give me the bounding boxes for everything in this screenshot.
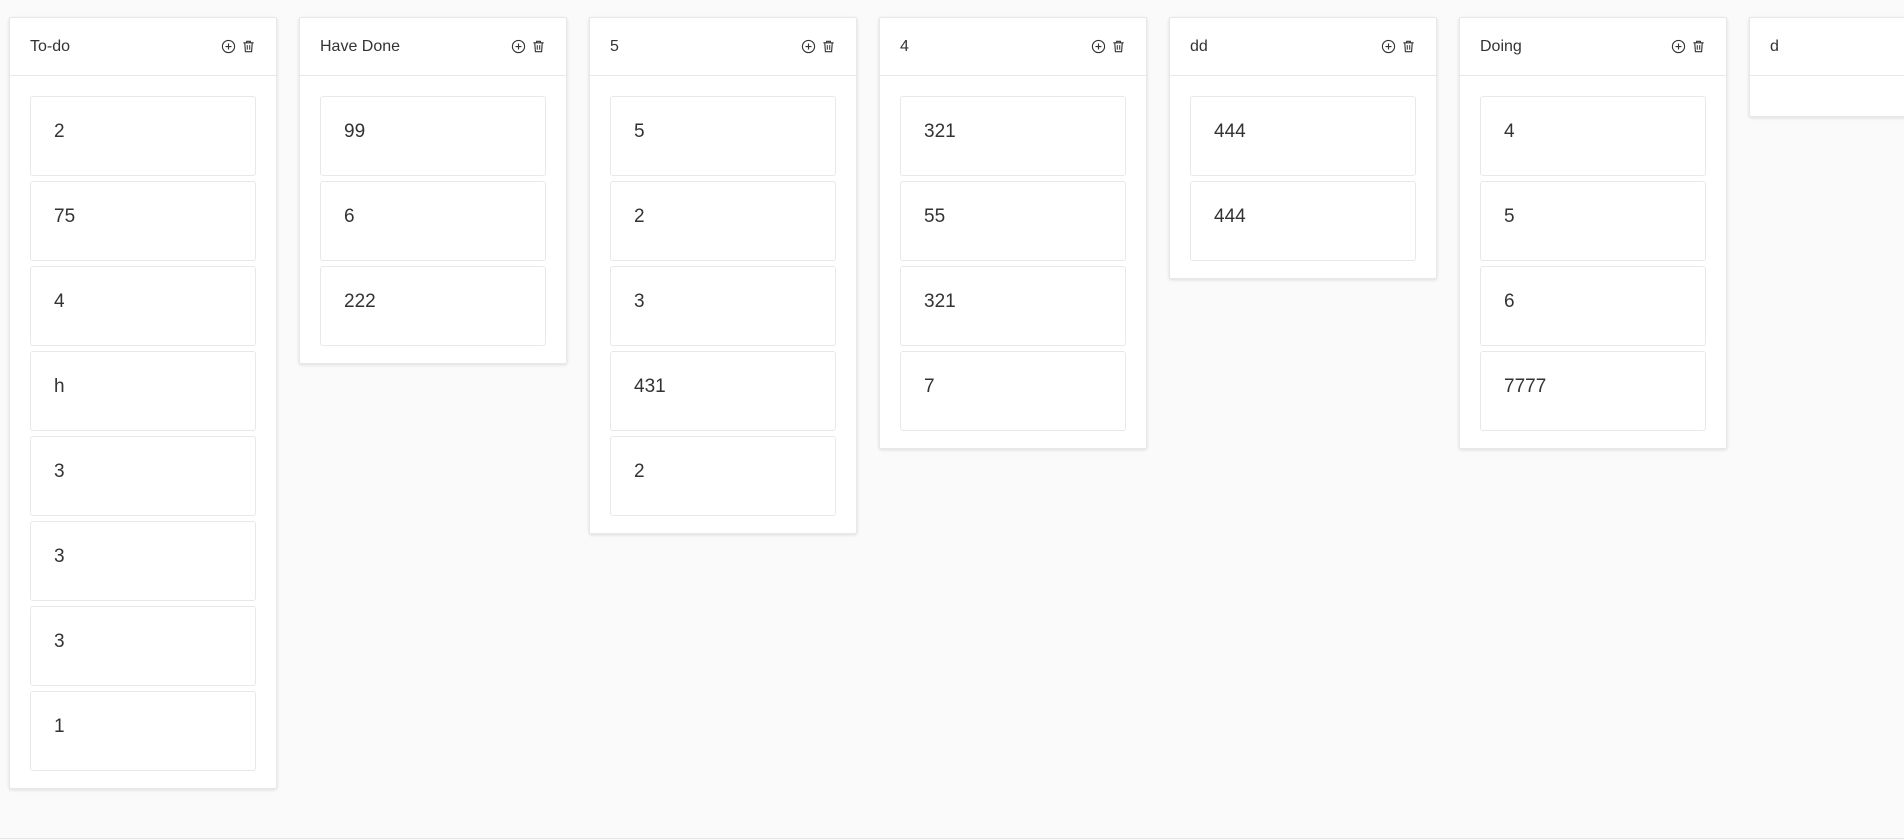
column-header: To-do [10,18,276,76]
trash-icon[interactable] [241,39,256,54]
column-d: d [1749,17,1904,117]
card[interactable]: 444 [1190,181,1416,261]
card[interactable]: 5 [1480,181,1706,261]
column-title: Doing [1480,37,1522,55]
column-doing: Doing 4 5 6 7777 [1459,17,1727,449]
card-list: 444 444 [1170,76,1436,278]
column-header: d [1750,18,1904,76]
card[interactable]: 7777 [1480,351,1706,431]
kanban-board: To-do 2 75 4 h 3 3 3 1 Have Done 99 6 22… [0,0,1904,839]
column-title: 5 [610,37,619,55]
column-title: 4 [900,37,909,55]
card[interactable]: 5 [610,96,836,176]
column-actions [511,39,546,54]
card[interactable]: 6 [320,181,546,261]
circle-plus-icon[interactable] [801,39,816,54]
column-header: 5 [590,18,856,76]
column-header: Doing [1460,18,1726,76]
card-list [1750,76,1904,116]
card-list: 4 5 6 7777 [1460,76,1726,448]
card[interactable]: 4 [30,266,256,346]
column-actions [801,39,836,54]
card[interactable]: 2 [610,181,836,261]
column-5: 5 5 2 3 431 2 [589,17,857,534]
card[interactable]: 3 [30,521,256,601]
trash-icon[interactable] [531,39,546,54]
column-title: Have Done [320,37,401,55]
column-actions [1091,39,1126,54]
trash-icon[interactable] [821,39,836,54]
card[interactable]: 321 [900,266,1126,346]
trash-icon[interactable] [1691,39,1706,54]
card[interactable]: 1 [30,691,256,771]
column-actions [1671,39,1706,54]
column-dd: dd 444 444 [1169,17,1437,279]
card[interactable]: 222 [320,266,546,346]
circle-plus-icon[interactable] [1381,39,1396,54]
column-4: 4 321 55 321 7 [879,17,1147,449]
card[interactable]: 6 [1480,266,1706,346]
card[interactable]: 444 [1190,96,1416,176]
card[interactable]: h [30,351,256,431]
card[interactable]: 99 [320,96,546,176]
circle-plus-icon[interactable] [511,39,526,54]
card[interactable]: 75 [30,181,256,261]
column-title: dd [1190,37,1208,55]
trash-icon[interactable] [1111,39,1126,54]
circle-plus-icon[interactable] [221,39,236,54]
column-actions [221,39,256,54]
card[interactable]: 3 [30,436,256,516]
card[interactable]: 55 [900,181,1126,261]
card-list: 321 55 321 7 [880,76,1146,448]
trash-icon[interactable] [1401,39,1416,54]
circle-plus-icon[interactable] [1671,39,1686,54]
card[interactable]: 431 [610,351,836,431]
card[interactable]: 3 [30,606,256,686]
column-header: Have Done [300,18,566,76]
card-list: 5 2 3 431 2 [590,76,856,533]
card[interactable]: 2 [30,96,256,176]
card[interactable]: 7 [900,351,1126,431]
card-list: 2 75 4 h 3 3 3 1 [10,76,276,788]
column-to-do: To-do 2 75 4 h 3 3 3 1 [9,17,277,789]
column-header: 4 [880,18,1146,76]
column-title: d [1770,37,1779,55]
card[interactable]: 4 [1480,96,1706,176]
column-have-done: Have Done 99 6 222 [299,17,567,364]
column-actions [1381,39,1416,54]
column-title: To-do [30,37,71,55]
card-list: 99 6 222 [300,76,566,363]
card[interactable]: 2 [610,436,836,516]
circle-plus-icon[interactable] [1091,39,1106,54]
card[interactable]: 321 [900,96,1126,176]
card[interactable]: 3 [610,266,836,346]
column-header: dd [1170,18,1436,76]
